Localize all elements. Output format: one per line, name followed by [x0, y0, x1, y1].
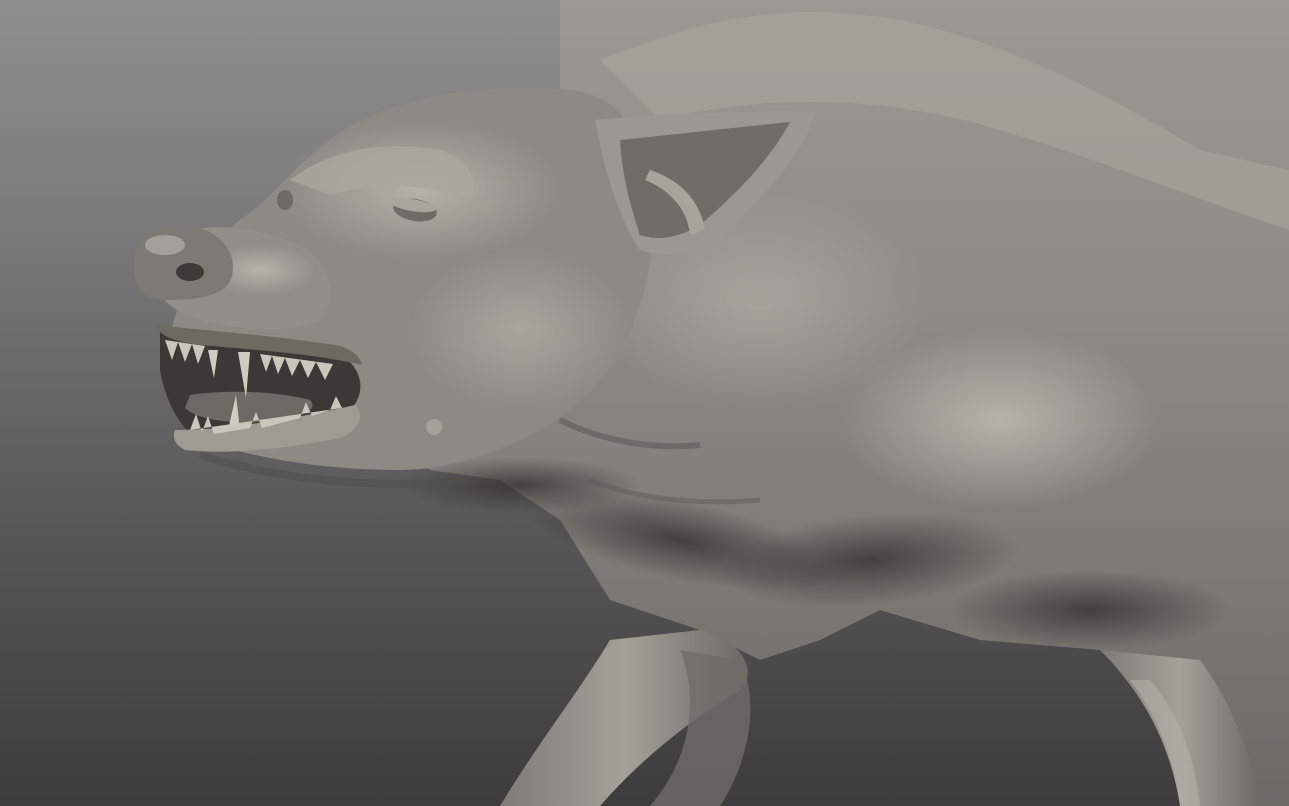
creature-sculpt — [133, 0, 1289, 806]
belly-shadow — [950, 570, 1230, 650]
cheek-bump — [426, 419, 442, 435]
nose-highlight — [145, 235, 185, 255]
3d-viewport[interactable] — [0, 0, 1289, 806]
far-eye — [277, 190, 293, 210]
cheek-highlight — [410, 250, 630, 410]
nostril — [176, 263, 204, 281]
